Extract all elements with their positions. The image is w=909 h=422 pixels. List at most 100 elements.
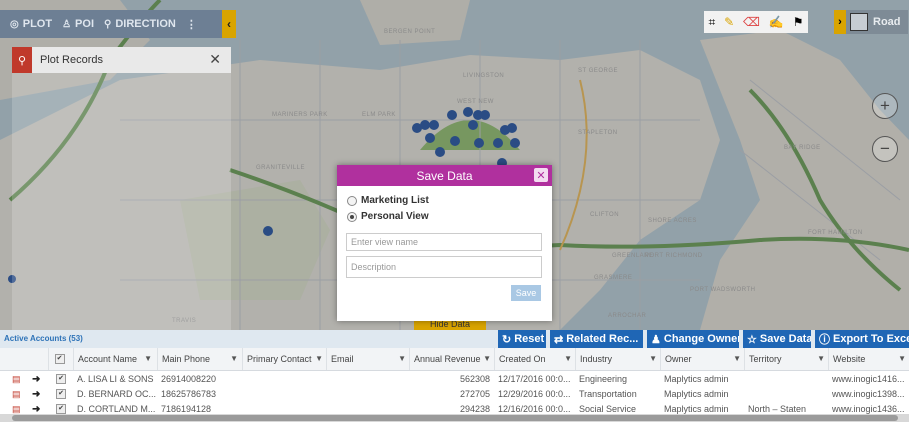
column-label: Owner: [665, 354, 692, 364]
poi-button[interactable]: ♙ POI: [62, 18, 94, 30]
column-header[interactable]: Email ▼: [326, 348, 409, 370]
grid-action-bar: Active Accounts (53) ↻ Reset ⇄ Related Rec…: [0, 330, 909, 348]
record-icon[interactable]: ▤: [12, 389, 21, 400]
plot-records-body: [12, 73, 231, 330]
radio-button[interactable]: [347, 195, 357, 206]
road-view-button[interactable]: Road: [846, 10, 908, 34]
row-checkbox[interactable]: ✔: [56, 374, 66, 384]
personal-view-option[interactable]: Personal View: [347, 211, 429, 222]
column-header[interactable]: Owner ▼: [660, 348, 744, 370]
filter-icon[interactable]: ▼: [398, 354, 406, 363]
radio-button-checked[interactable]: [347, 211, 357, 222]
arrow-right-icon[interactable]: ➜: [32, 404, 40, 415]
zoom-out-button[interactable]: −: [872, 136, 898, 162]
filter-icon[interactable]: ▼: [230, 354, 238, 363]
grid-header: ✔ Account Name ▼ Main Phone ▼ Primary Cont…: [0, 348, 909, 371]
polygon-icon[interactable]: ⌗: [708, 15, 715, 30]
filter-icon[interactable]: ▼: [483, 354, 491, 363]
save-button[interactable]: Save: [511, 285, 541, 301]
active-accounts-label[interactable]: Active Accounts (53): [4, 334, 83, 343]
map-label: ST GEORGE: [578, 68, 619, 74]
cell-created-on: 12/29/2016 00:0...: [498, 389, 571, 399]
map-label: GRASMERE: [594, 275, 633, 281]
pencil-icon[interactable]: ✎: [724, 15, 734, 29]
column-header[interactable]: Primary Contact ▼: [242, 348, 326, 370]
filter-icon[interactable]: ▼: [898, 354, 906, 363]
description-input[interactable]: [346, 256, 542, 278]
table-row[interactable]: ▤ ➜ ✔ D. BERNARD OC... 18625786783 27270…: [0, 387, 909, 401]
change-owner-button[interactable]: ♟ Change Owner: [647, 330, 739, 348]
arrow-right-icon[interactable]: ➜: [32, 374, 40, 385]
cell-primary-contact: [242, 372, 326, 386]
column-header[interactable]: Account Name ▼: [73, 348, 155, 370]
cell-website: www.inogic1398...: [832, 389, 905, 399]
select-all-checkbox[interactable]: ✔: [54, 354, 65, 364]
column-label: Territory: [749, 354, 782, 364]
column-header[interactable]: Created On ▼: [494, 348, 575, 370]
filter-icon[interactable]: ▼: [315, 354, 323, 363]
star-icon: ☆: [747, 333, 757, 346]
eraser-icon[interactable]: ⌫: [743, 15, 760, 29]
filter-icon[interactable]: ▼: [564, 354, 572, 363]
close-icon[interactable]: ✕: [534, 168, 548, 182]
reset-label: Reset: [514, 333, 545, 345]
map-label: CLIFTON: [590, 212, 620, 218]
direction-button[interactable]: ⚲ DIRECTION: [104, 18, 176, 30]
more-options-icon[interactable]: ⋮: [186, 18, 197, 31]
row-checkbox[interactable]: ✔: [56, 404, 66, 414]
edit-icon[interactable]: ✍: [769, 15, 784, 29]
table-row[interactable]: ▤ ➜ ✔ D. CORTLAND M... 7186194128 294238…: [0, 402, 909, 414]
cell-account-name[interactable]: D. CORTLAND M...: [73, 402, 157, 414]
cell-email: [326, 402, 409, 414]
pin-tool-icon[interactable]: ⚑: [793, 15, 804, 29]
export-to-excel-button[interactable]: ⓘ Export To Excel: [815, 330, 909, 348]
cell-account-name[interactable]: D. BERNARD OC...: [73, 387, 157, 401]
marketing-list-option[interactable]: Marketing List: [347, 195, 429, 206]
row-checkbox[interactable]: ✔: [56, 389, 66, 399]
filter-icon[interactable]: ▼: [733, 354, 741, 363]
cell-primary-contact: [242, 402, 326, 414]
record-icon[interactable]: ▤: [12, 374, 21, 385]
column-header[interactable]: Industry ▼: [575, 348, 660, 370]
column-header[interactable]: Main Phone ▼: [157, 348, 241, 370]
cell-owner: Maplytics admin: [664, 404, 729, 414]
column-header[interactable]: Territory ▼: [744, 348, 828, 370]
map-label: PORT WADSWORTH: [690, 287, 756, 293]
filter-icon[interactable]: ▼: [144, 354, 152, 363]
plot-records-title: Plot Records: [40, 54, 103, 66]
filter-icon[interactable]: ▼: [817, 354, 825, 363]
horizontal-scrollbar[interactable]: [0, 414, 909, 422]
column-label: Created On: [499, 354, 546, 364]
close-icon[interactable]: ✕: [209, 51, 221, 68]
related-records-button[interactable]: ⇄ Related Rec...: [550, 330, 643, 348]
map-label: MARINERS PARK: [272, 112, 328, 118]
column-header[interactable]: Website ▼: [828, 348, 909, 370]
reset-button[interactable]: ↻ Reset: [498, 330, 546, 348]
road-toggle-button[interactable]: ›: [834, 10, 846, 34]
cell-owner: Maplytics admin: [664, 389, 729, 399]
plot-button[interactable]: ◎ PLOT: [10, 18, 52, 30]
collapse-toolbar-button[interactable]: ‹: [222, 10, 236, 38]
cell-main-phone: 7186194128: [161, 404, 212, 414]
accounts-grid: ✔ Account Name ▼ Main Phone ▼ Primary Cont…: [0, 348, 909, 422]
column-header[interactable]: Annual Revenue ▼: [409, 348, 494, 370]
scrollbar-thumb[interactable]: [12, 415, 898, 421]
view-name-input[interactable]: [346, 233, 542, 251]
filter-icon[interactable]: ▼: [649, 354, 657, 363]
record-icon[interactable]: ▤: [12, 404, 21, 415]
drawing-tools: ⌗ ✎ ⌫ ✍ ⚑: [704, 11, 808, 33]
map-label: GREENLANE: [612, 253, 654, 259]
column-label: Email: [331, 354, 354, 364]
cell-account-name[interactable]: A. LISA LI & SONS: [73, 372, 157, 386]
swap-icon: ⇄: [554, 333, 564, 346]
zoom-in-button[interactable]: +: [872, 93, 898, 119]
cell-owner: Maplytics admin: [664, 374, 729, 384]
road-label: Road: [873, 16, 901, 28]
arrow-right-icon[interactable]: ➜: [32, 389, 40, 400]
column-label: Main Phone: [162, 354, 211, 364]
cell-primary-contact: [242, 387, 326, 401]
cell-territory: [744, 372, 828, 386]
cell-created-on: 12/17/2016 00:0...: [498, 374, 571, 384]
table-row[interactable]: ▤ ➜ ✔ A. LISA LI & SONS 26914008220 5623…: [0, 372, 909, 386]
save-data-button[interactable]: ☆ Save Data: [743, 330, 811, 348]
